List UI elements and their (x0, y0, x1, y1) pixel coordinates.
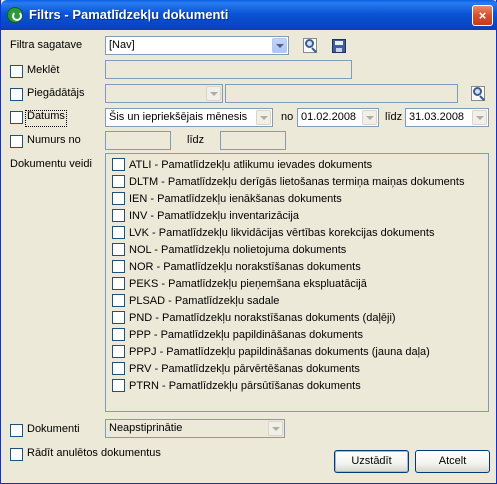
chevron-down-icon (268, 421, 283, 436)
template-label: FFiltra sagatave (10, 39, 83, 51)
date-period-value: Šis un iepriekšējais mēnesis (109, 111, 248, 123)
doc-type-checkbox[interactable] (112, 294, 125, 307)
date-from-field[interactable]: 01.02.2008 (297, 108, 379, 127)
date-to-field[interactable]: 31.03.2008 (405, 108, 489, 127)
search-icon[interactable] (303, 38, 319, 54)
template-label-text: Filtra sagatave (10, 39, 83, 51)
date-from-label: no (281, 111, 294, 123)
doc-type-checkbox[interactable] (112, 209, 125, 222)
doc-type-checkbox[interactable] (112, 192, 125, 205)
chevron-down-icon (256, 110, 271, 125)
supplier-checkbox[interactable] (10, 88, 23, 101)
doc-type-checkbox[interactable] (112, 311, 125, 324)
title-bar: Filtrs - Pamatlīdzekļu dokumenti × (1, 0, 497, 30)
documents-label: Dokumenti (27, 423, 80, 435)
number-checkbox[interactable] (10, 135, 23, 148)
show-cancelled-label: Rādīt anulētos dokumentus (27, 447, 161, 459)
supplier-name-field (225, 84, 458, 103)
doc-type-checkbox[interactable] (112, 175, 125, 188)
supplier-label: Piegādātājs (27, 87, 85, 99)
doc-type-checkbox[interactable] (112, 362, 125, 375)
show-cancelled-checkbox[interactable] (10, 448, 23, 461)
date-to-label: līdz (385, 111, 403, 123)
save-icon[interactable] (332, 39, 346, 53)
doc-type-checkbox[interactable] (112, 158, 125, 171)
window-title: Filtrs - Pamatlīdzekļu dokumenti (29, 7, 229, 22)
search-checkbox[interactable] (10, 65, 23, 78)
filter-dialog: Filtrs - Pamatlīdzekļu dokumenti × FFilt… (0, 0, 497, 484)
supplier-select[interactable] (105, 84, 223, 103)
doc-type-checkbox[interactable] (112, 379, 125, 392)
search-label: Meklēt (27, 64, 60, 76)
template-value: [Nav] (109, 39, 135, 51)
number-from-field[interactable] (105, 131, 171, 150)
date-checkbox[interactable] (10, 110, 67, 127)
documents-checkbox[interactable] (10, 424, 23, 437)
cancel-button[interactable]: Atcelt (415, 450, 490, 473)
date-label: Datums (27, 110, 65, 122)
apply-button[interactable]: Uzstādīt (334, 450, 409, 473)
search-input[interactable] (105, 60, 352, 79)
doc-type-checkbox[interactable] (112, 243, 125, 256)
doc-type-checkbox[interactable] (112, 226, 125, 239)
chevron-down-icon (472, 110, 487, 125)
documents-select[interactable]: Neapstiprinātie (105, 419, 285, 438)
template-select[interactable]: [Nav] (105, 36, 289, 55)
close-button[interactable]: × (472, 5, 493, 26)
date-from-value: 01.02.2008 (301, 111, 357, 123)
chevron-down-icon (362, 110, 377, 125)
app-icon (7, 7, 23, 23)
doc-types-list: ATLI - Pamatlīdzekļu atlikumu ievades do… (105, 153, 489, 412)
supplier-search-icon[interactable] (471, 86, 487, 102)
documents-value: Neapstiprinātie (109, 422, 183, 434)
number-label: Numurs no (27, 134, 81, 146)
doc-type-checkbox[interactable] (112, 260, 125, 273)
doc-type-checkbox[interactable] (112, 345, 125, 358)
chevron-down-icon (206, 86, 221, 101)
doc-types-label: Dokumentu veidi (10, 158, 92, 170)
date-period-select[interactable]: Šis un iepriekšējais mēnesis (105, 108, 273, 127)
date-to-value: 31.03.2008 (409, 111, 465, 123)
number-to-label: līdz (187, 134, 205, 146)
chevron-down-icon (272, 38, 287, 53)
number-to-field[interactable] (220, 131, 286, 150)
doc-type-checkbox[interactable] (112, 277, 125, 290)
doc-type-checkbox[interactable] (112, 328, 125, 341)
